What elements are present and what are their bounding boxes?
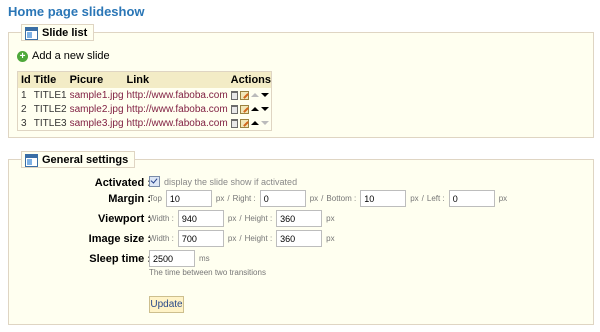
column-header-picture: Picure [66,71,124,88]
general-settings-panel: General settings Activated : display the… [8,151,595,325]
slides-table-header: Id Title Picure Link Actions [17,71,272,88]
arrow-up-icon[interactable] [250,107,259,111]
column-header-actions: Actions [227,71,272,88]
slide-link-cell[interactable]: http://www.faboba.com [124,102,228,116]
slide-title-cell: TITLE3 [33,117,67,129]
sleep-time-row: Sleep time : ms [9,250,595,270]
image-width-input[interactable] [177,230,224,247]
slide-actions-cell [228,102,272,116]
slide-actions-cell [228,116,272,131]
separator: / [227,194,230,203]
sleep-time-label: Sleep time : [89,253,151,265]
edit-icon[interactable] [239,118,249,128]
viewport-row: Viewport : Width : px / Height : px [9,210,595,230]
legend-window-icon [25,153,38,167]
table-row: 3 TITLE3 sample3.jpg http://www.faboba.com [18,116,272,131]
legend-window-icon [25,26,38,40]
separator: / [321,194,324,203]
margin-bottom-unit: px [410,194,419,203]
trash-icon[interactable] [230,104,238,114]
edit-icon[interactable] [239,90,249,100]
image-size-label: Image size : [88,233,151,245]
viewport-width-input[interactable] [177,210,224,227]
viewport-label: Viewport : [98,213,151,225]
table-row: 2 TITLE2 sample2.jpg http://www.faboba.com [18,102,272,116]
general-settings-legend: General settings [21,151,136,168]
edit-icon[interactable] [239,104,249,114]
margin-left-unit: px [498,194,508,203]
add-slide-link[interactable]: + Add a new slide [17,50,110,62]
column-header-id: Id [17,71,31,88]
plus-circle-icon: + [17,50,28,62]
viewport-height-input[interactable] [276,210,323,227]
image-size-row: Image size : Width : px / Height : px [9,230,595,250]
slide-list-legend-label: Slide list [42,27,88,39]
sleep-time-unit: ms [199,254,210,263]
margin-right-input[interactable] [259,190,306,207]
viewport-width-label: Width : [149,214,174,223]
column-header-link: Link [123,71,228,88]
slide-link-cell[interactable]: http://www.faboba.com [124,116,228,131]
margin-row: Margin : Top px / Right : px / Bottom : … [9,190,595,210]
activated-label: Activated : [94,177,151,189]
table-row: 1 TITLE1 sample1.jpg http://www.faboba.com [18,88,272,102]
slide-id-cell: 2 [21,103,27,115]
image-width-label: Width : [149,234,174,243]
viewport-height-unit: px [326,214,335,223]
margin-top-label: Top [149,194,162,203]
arrow-up-icon [250,93,259,97]
general-settings-legend-label: General settings [42,154,129,166]
activated-description: display the slide show if activated [164,176,298,187]
slide-id-cell: 1 [21,89,27,101]
margin-right-label: Right : [232,194,256,203]
slide-link-cell[interactable]: http://www.faboba.com [124,88,228,102]
activated-checkbox[interactable] [149,176,160,187]
add-slide-label: Add a new slide [32,50,110,62]
arrow-up-icon[interactable] [250,121,259,125]
image-width-unit: px [227,234,237,243]
image-height-unit: px [326,234,335,243]
column-header-title: Title [30,71,67,88]
trash-icon[interactable] [230,90,238,100]
margin-bottom-label: Bottom : [326,194,357,203]
slide-title-cell: TITLE1 [33,89,67,101]
image-height-label: Height : [244,234,273,243]
separator: / [421,194,424,203]
image-height-input[interactable] [276,230,323,247]
trash-icon[interactable] [230,118,238,128]
viewport-width-unit: px [227,214,237,223]
margin-left-label: Left : [426,194,445,203]
sleep-time-hint: The time between two transitions [149,268,266,277]
slides-table: Id Title Picure Link Actions 1 TITLE1 samp… [17,71,273,131]
viewport-height-label: Height : [244,214,273,223]
arrow-down-icon [260,121,269,125]
margin-label: Margin : [108,193,151,205]
slide-picture-cell: sample1.jpg [69,89,124,101]
slide-title-cell: TITLE2 [33,103,67,115]
margin-bottom-input[interactable] [360,190,407,207]
update-button[interactable]: Update [149,296,184,313]
separator: / [239,234,242,243]
slide-actions-cell [228,88,272,102]
slide-picture-cell: sample3.jpg [69,117,124,129]
sleep-time-input[interactable] [149,250,195,267]
slide-id-cell: 3 [21,117,27,129]
slide-list-legend: Slide list [21,24,95,41]
arrow-down-icon[interactable] [260,93,269,97]
margin-top-input[interactable] [165,190,212,207]
margin-left-input[interactable] [448,190,495,207]
slide-picture-cell: sample2.jpg [69,103,124,115]
slide-list-panel: Slide list + Add a new slide Id Title Pi… [8,24,594,138]
margin-right-unit: px [309,194,319,203]
arrow-down-icon[interactable] [260,107,269,111]
separator: / [239,214,242,223]
page-title: Home page slideshow [8,4,145,19]
margin-top-unit: px [215,194,225,203]
